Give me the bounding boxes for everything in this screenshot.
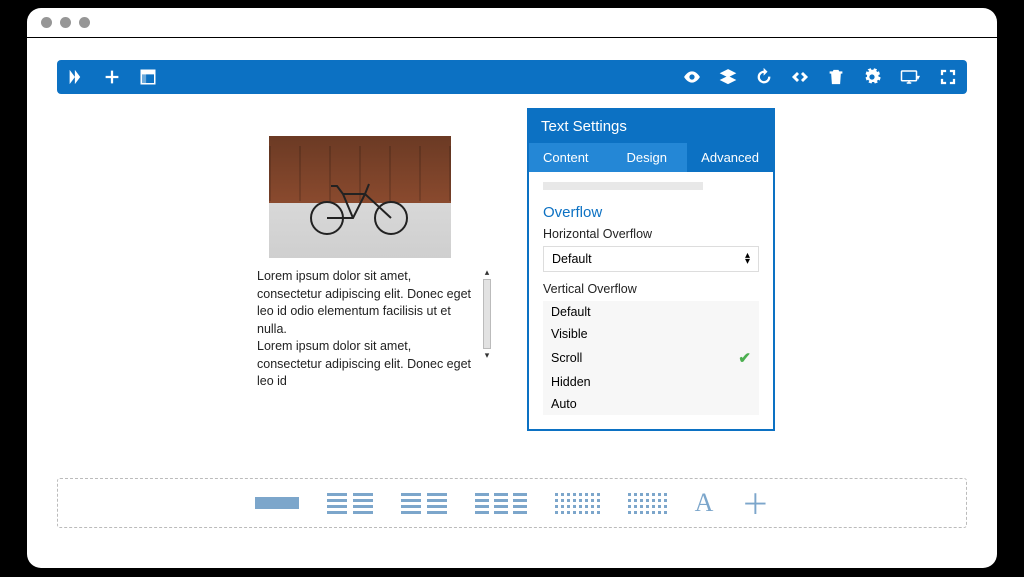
fullscreen-icon[interactable] [939,68,957,86]
preview-icon[interactable] [683,68,701,86]
desktop-icon[interactable]: ▾ [899,68,921,86]
widget-dotted-b[interactable] [628,493,667,514]
dropdown-option[interactable]: Default [543,301,759,323]
label-horizontal-overflow: Horizontal Overflow [543,227,759,241]
history-icon[interactable] [755,68,773,86]
tab-advanced[interactable]: Advanced [687,143,773,172]
module-text[interactable]: Lorem ipsum dolor sit amet, consectetur … [257,268,477,391]
window-dot [79,17,90,28]
panel-body: Overflow Horizontal Overflow Default ▴▾ … [529,172,773,429]
section-overflow: Overflow [543,204,759,221]
bicycle-illustration [305,176,415,236]
titlebar [27,8,997,38]
widget-font-icon[interactable]: A [695,488,714,518]
text-paragraph: Lorem ipsum dolor sit amet, consectetur … [257,338,477,391]
placeholder-line [543,182,703,190]
module-image[interactable] [269,136,451,258]
select-value: Default [552,252,592,266]
trash-icon[interactable] [827,68,845,86]
widget-text-2col-b[interactable] [401,493,447,514]
logo-icon[interactable] [67,68,85,86]
dropdown-option[interactable]: Hidden [543,371,759,393]
dropdown-option[interactable]: Visible [543,323,759,345]
module-tray: A ＋ [57,478,967,528]
text-paragraph: Lorem ipsum dolor sit amet, consectetur … [257,268,477,338]
dropdown-option[interactable]: Scroll✔ [543,345,759,371]
panel-tabs: Content Design Advanced [529,143,773,172]
widget-text-3col[interactable] [475,493,527,514]
settings-panel: Text Settings Content Design Advanced Ov… [527,108,775,431]
gear-icon[interactable] [863,68,881,86]
code-icon[interactable] [791,68,809,86]
dropdown-vertical-overflow[interactable]: DefaultVisibleScroll✔HiddenAuto [543,301,759,415]
vertical-scrollbar[interactable]: ▴ ▾ [482,268,492,360]
tab-content[interactable]: Content [529,143,603,172]
select-caret-icon: ▴▾ [745,253,750,265]
select-horizontal-overflow[interactable]: Default ▴▾ [543,246,759,272]
scroll-up-icon[interactable]: ▴ [485,268,490,277]
panel-title: Text Settings [529,110,773,143]
window-dot [60,17,71,28]
layers-icon[interactable] [719,68,737,86]
widget-dotted-a[interactable] [555,493,600,514]
widget-add-icon[interactable]: ＋ [741,483,769,523]
tab-design[interactable]: Design [613,143,681,172]
add-icon[interactable] [103,68,121,86]
main-toolbar: ▾ [57,60,967,94]
dropdown-option[interactable]: Auto [543,393,759,415]
app-window: ▾ Lorem ipsum dolor sit amet, consectetu… [27,8,997,568]
widget-text-solid[interactable] [255,497,299,509]
scrollbar-track[interactable] [483,279,491,349]
layout-icon[interactable] [139,68,157,86]
label-vertical-overflow: Vertical Overflow [543,282,759,296]
check-icon: ✔ [738,349,751,367]
window-dot [41,17,52,28]
scroll-down-icon[interactable]: ▾ [485,351,490,360]
widget-text-2col[interactable] [327,493,373,514]
